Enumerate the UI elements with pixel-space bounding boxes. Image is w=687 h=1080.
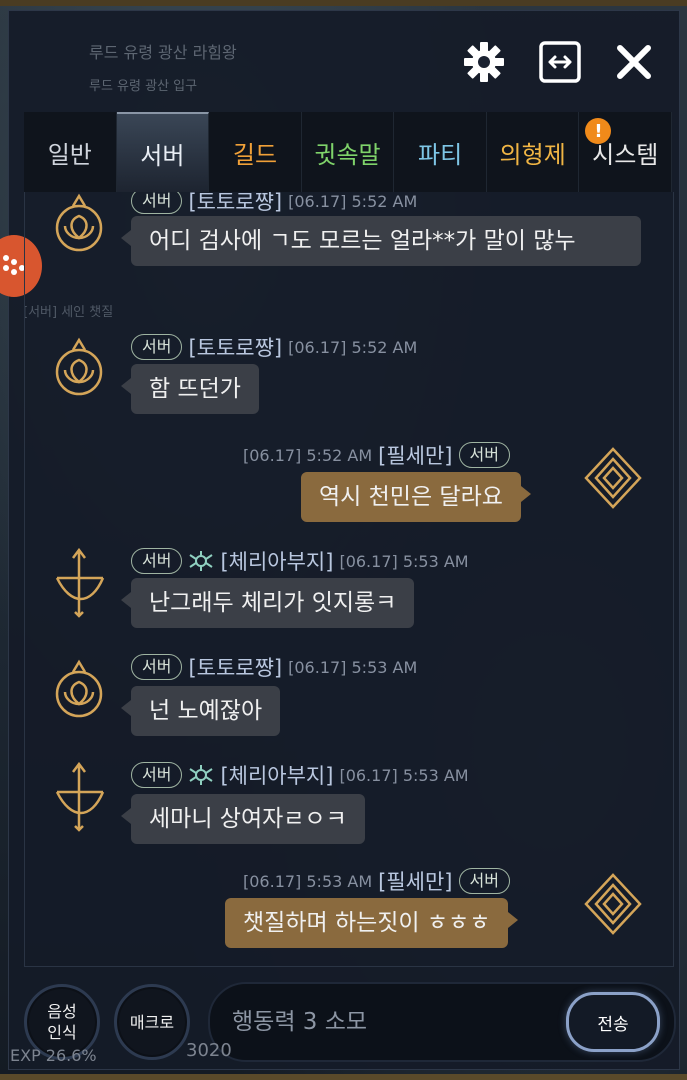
message-bubble: 넌 노예잖아 <box>120 686 281 736</box>
diamond-crest-icon <box>584 873 642 935</box>
message-time: [06.17] 5:52 AM <box>288 337 418 357</box>
message-bubble: 역시 천민은 달라요 <box>301 472 531 522</box>
expand-icon <box>539 41 581 83</box>
tab-label: 길드 <box>232 140 278 169</box>
guild-crest-icon <box>189 551 214 571</box>
close-icon <box>617 45 651 79</box>
tab-label: 파티 <box>418 140 463 169</box>
flower-crest-icon <box>55 337 103 396</box>
message-bubble: 어디 검사에 ㄱ도 모르는 얼라**가 말이 많누 <box>121 216 641 266</box>
voice-input-label: 음성 인식 <box>47 1002 77 1042</box>
send-label: 전송 <box>597 1014 629 1035</box>
sender-name[interactable]: [토토로쨩] <box>188 332 282 362</box>
message-meta: 서버 [체리아부지] [06.17] 5:53 AM <box>131 760 469 790</box>
channel-chip: 서버 <box>458 442 510 468</box>
message-bubble: 챗질하며 하는짓이 ㅎㅎㅎ <box>225 898 519 948</box>
message-bubble: 세마니 상여자ㄹㅇㅋ <box>121 794 365 844</box>
resize-button[interactable] <box>536 38 584 86</box>
bow-crest-icon <box>55 548 105 618</box>
message-meta: [06.17] 5:52 AM [필세만] 서버 <box>243 440 510 470</box>
tab-label: 서버 <box>140 141 185 170</box>
channel-chip: 서버 <box>131 334 183 360</box>
chat-tabs: 일반 서버 길드 귓속말 파티 의형제 ! 시스템 <box>24 112 673 192</box>
message-bubble: 함 뜨던가 <box>121 364 259 414</box>
tab-label: 귓속말 <box>314 140 381 169</box>
flower-crest-icon <box>55 659 103 718</box>
chat-log[interactable]: 서버 [토토로쨩] [06.17] 5:52 AM 어디 검사에 ㄱ도 모르는 … <box>24 192 674 967</box>
message-meta: 서버 [토토로쨩] [06.17] 5:52 AM <box>131 332 417 362</box>
sender-name[interactable]: [토토로쨩] <box>188 192 282 216</box>
send-button[interactable]: 전송 <box>566 992 660 1052</box>
channel-chip: 서버 <box>131 548 183 574</box>
guild-crest-icon <box>189 765 214 785</box>
tab-whisper[interactable]: 귓속말 <box>301 112 395 192</box>
chat-input-bar: 음성 인식 매크로 전송 <box>8 970 678 1066</box>
flower-crest-icon <box>55 193 103 252</box>
sender-name[interactable]: [필세만] <box>378 866 452 896</box>
macro-label: 매크로 <box>129 1012 175 1032</box>
message-time: [06.17] 5:52 AM <box>288 192 418 211</box>
channel-chip: 서버 <box>131 762 183 788</box>
background-location: 루드 유령 광산 입구 <box>89 79 198 94</box>
tab-party[interactable]: 파티 <box>394 112 487 192</box>
message-meta: 서버 [체리아부지] [06.17] 5:53 AM <box>131 546 469 576</box>
chat-input[interactable] <box>230 998 554 1046</box>
tab-system[interactable]: ! 시스템 <box>579 112 673 192</box>
sender-name[interactable]: [필세만] <box>378 440 452 470</box>
message-bubble: 난그래두 체리가 잇지롱ㅋ <box>120 578 415 628</box>
tab-label: 일반 <box>47 140 92 169</box>
bottom-frame-strip <box>0 1074 687 1080</box>
sender-name[interactable]: [체리아부지] <box>220 546 333 576</box>
message-time: [06.17] 5:53 AM <box>243 871 373 891</box>
bow-crest-icon <box>55 762 105 832</box>
close-button[interactable] <box>610 38 658 86</box>
message-time: [06.17] 5:53 AM <box>339 551 469 571</box>
message-time: [06.17] 5:52 AM <box>243 445 373 465</box>
exp-readout: EXP 26.6% <box>10 1046 97 1065</box>
diamond-crest-icon <box>584 447 642 509</box>
message-time: [06.17] 5:53 AM <box>339 765 469 785</box>
sender-name[interactable]: [토토로쨩] <box>188 652 282 682</box>
settings-button[interactable] <box>460 38 508 86</box>
sender-name[interactable]: [체리아부지] <box>220 760 333 790</box>
tab-server[interactable]: 서버 <box>116 112 210 192</box>
gear-icon <box>464 42 504 82</box>
chat-input-wrapper: 전송 <box>208 982 676 1062</box>
message-meta: 서버 [토토로쨩] [06.17] 5:52 AM <box>131 192 417 216</box>
tab-general[interactable]: 일반 <box>24 112 117 192</box>
channel-chip: 서버 <box>458 868 510 894</box>
message-meta: 서버 [토토로쨩] [06.17] 5:53 AM <box>131 652 417 682</box>
channel-chip: 서버 <box>131 654 183 680</box>
background-quest-title: 루드 유령 광산 라힘왕 <box>89 43 237 62</box>
tab-brotherhood[interactable]: 의형제 <box>486 112 580 192</box>
channel-chip: 서버 <box>131 192 183 214</box>
message-time: [06.17] 5:53 AM <box>288 657 418 677</box>
currency-readout: 3020 <box>186 1040 232 1061</box>
message-meta: [06.17] 5:53 AM [필세만] 서버 <box>243 866 510 896</box>
tab-label: 의형제 <box>499 140 566 169</box>
macro-button[interactable]: 매크로 <box>114 984 190 1060</box>
top-frame-strip <box>0 0 687 6</box>
tab-guild[interactable]: 길드 <box>209 112 302 192</box>
